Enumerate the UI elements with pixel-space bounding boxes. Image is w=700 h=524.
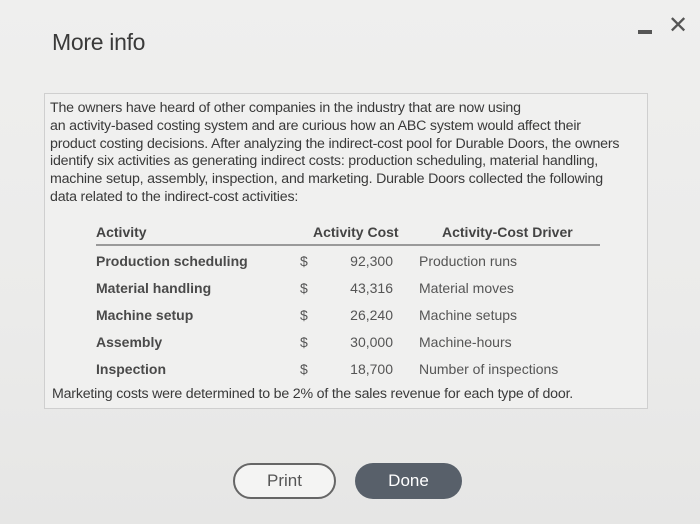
table-header: Activity Activity Cost Activity-Cost Dri…: [96, 222, 600, 246]
activity-cost: 26,240: [350, 307, 393, 323]
more-info-dialog: More info ✕ The owners have heard of oth…: [0, 0, 700, 524]
intro-line: machine setup, assembly, inspection, and…: [50, 171, 603, 188]
marketing-note: Marketing costs were determined to be 2%…: [52, 386, 574, 402]
intro-line: data related to the indirect-cost activi…: [50, 188, 299, 205]
intro-line: The owners have heard of other companies…: [50, 100, 521, 116]
table-row: Inspection $ 18,700 Number of inspection…: [96, 354, 600, 381]
header-cost-driver: Activity-Cost Driver: [442, 224, 573, 240]
activity-name: Inspection: [96, 361, 167, 377]
activity-cost: 92,300: [350, 253, 393, 269]
intro-line: product costing decisions. After analyzi…: [50, 135, 620, 152]
activity-name: Production scheduling: [96, 253, 248, 269]
currency-symbol: $: [300, 253, 308, 269]
print-button[interactable]: Print: [233, 463, 336, 499]
header-activity: Activity: [96, 224, 147, 240]
cost-driver: Number of inspections: [419, 361, 559, 377]
currency-symbol: $: [300, 361, 308, 377]
activity-cost: 43,316: [350, 280, 393, 296]
activity-name: Machine setup: [96, 307, 194, 323]
table-row: Machine setup $ 26,240 Machine setups: [96, 300, 600, 327]
cost-driver: Machine-hours: [419, 334, 512, 350]
table-row: Material handling $ 43,316 Material move…: [96, 273, 600, 300]
table-row: Assembly $ 30,000 Machine-hours: [96, 327, 600, 354]
cost-driver: Machine setups: [419, 307, 518, 323]
activity-name: Material handling: [96, 280, 212, 296]
activity-cost-table: Activity Activity Cost Activity-Cost Dri…: [96, 222, 600, 381]
activity-cost: 30,000: [350, 334, 393, 350]
currency-symbol: $: [300, 280, 308, 296]
header-activity-cost: Activity Cost: [313, 224, 399, 240]
currency-symbol: $: [300, 334, 308, 350]
info-panel: The owners have heard of other companies…: [44, 93, 648, 409]
intro-text: The owners have heard of other companies…: [50, 100, 645, 207]
currency-symbol: $: [300, 307, 308, 323]
intro-line: an activity-based costing system and are…: [50, 117, 581, 134]
intro-line: identify six activities as generating in…: [50, 153, 599, 170]
table-row: Production scheduling $ 92,300 Productio…: [96, 246, 600, 273]
done-button[interactable]: Done: [355, 463, 462, 499]
cost-driver: Production runs: [419, 253, 518, 269]
activity-name: Assembly: [96, 334, 163, 350]
minimize-icon[interactable]: [638, 30, 652, 34]
dialog-title: More info: [52, 29, 146, 55]
activity-cost: 18,700: [350, 361, 393, 377]
close-icon[interactable]: ✕: [668, 14, 688, 38]
cost-driver: Material moves: [419, 280, 514, 296]
